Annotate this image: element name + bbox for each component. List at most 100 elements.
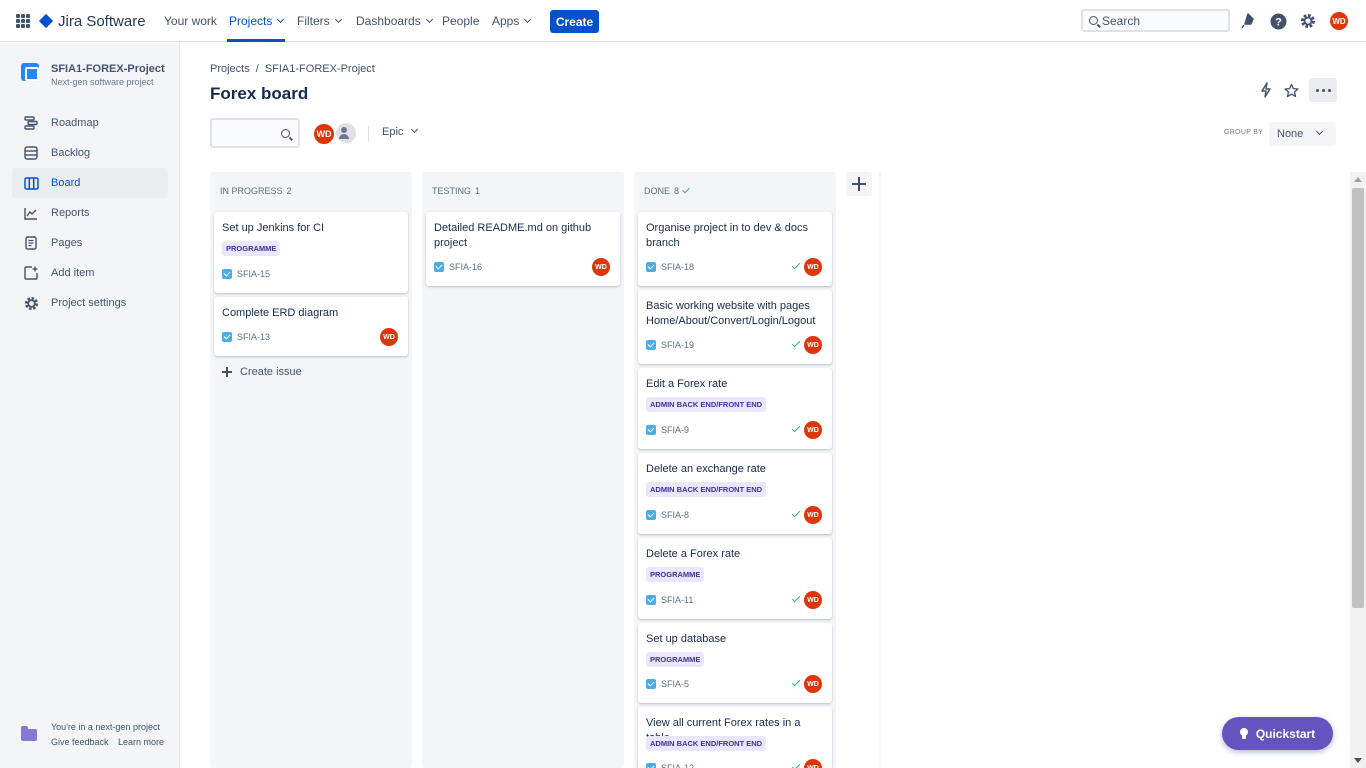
star-icon[interactable] xyxy=(1282,81,1300,99)
issue-key: SFIA-11 xyxy=(646,595,693,605)
settings-icon xyxy=(23,295,39,311)
help-icon[interactable]: ? xyxy=(1269,12,1287,30)
page-title: Forex board xyxy=(210,84,309,103)
resolved-check-icon xyxy=(791,423,801,433)
nav-projects[interactable]: Projects xyxy=(226,0,286,42)
add-item-icon xyxy=(23,265,39,281)
assignee-avatar[interactable]: WD xyxy=(804,591,822,609)
plus-icon xyxy=(222,367,232,377)
svg-text:?: ? xyxy=(1275,16,1282,28)
assignee-avatar[interactable]: WD xyxy=(592,258,610,276)
task-icon xyxy=(646,679,656,689)
board-search[interactable] xyxy=(210,118,300,148)
board-search-input[interactable] xyxy=(216,120,286,146)
issue-key: SFIA-18 xyxy=(646,262,694,272)
search-input[interactable] xyxy=(1102,13,1222,28)
more-actions-button[interactable] xyxy=(1309,78,1337,102)
sidebar-item-roadmap[interactable]: Roadmap xyxy=(12,108,168,138)
assignee-avatar[interactable]: WD xyxy=(804,675,822,693)
assignee-avatar[interactable]: WD xyxy=(804,258,822,276)
divider xyxy=(368,126,369,142)
user-avatar[interactable]: WD xyxy=(1330,12,1348,30)
add-column-button[interactable] xyxy=(846,172,872,196)
issue-key: SFIA-19 xyxy=(646,340,694,350)
issue-card[interactable]: Complete ERD diagram SFIA-13 WD xyxy=(214,297,408,356)
column-header: DONE 8 xyxy=(644,185,690,196)
chevron-down-icon xyxy=(425,15,433,24)
issue-title: Edit a Forex rate xyxy=(646,378,728,390)
issue-card[interactable]: Delete a Forex rate PROGRAMME SFIA-11 WD xyxy=(638,538,832,619)
sidebar-item-reports[interactable]: Reports xyxy=(12,198,168,228)
roadmap-icon xyxy=(23,115,39,131)
nav-dashboards[interactable]: Dashboards xyxy=(356,0,433,42)
quickstart-button[interactable]: Quickstart xyxy=(1222,717,1333,750)
create-issue-button[interactable]: Create issue xyxy=(222,366,302,378)
automation-icon[interactable] xyxy=(1257,81,1275,99)
nav-people[interactable]: People xyxy=(442,0,479,42)
issue-card[interactable]: Set up database PROGRAMME SFIA-5 WD xyxy=(638,623,832,703)
nav-filters[interactable]: Filters xyxy=(297,0,342,42)
board-scrollbar[interactable] xyxy=(1350,172,1366,768)
nav-apps[interactable]: Apps xyxy=(492,0,532,42)
resolved-check-icon xyxy=(791,677,801,687)
create-button[interactable]: Create xyxy=(550,10,599,33)
assignee-filter-avatar[interactable]: WD xyxy=(312,122,336,146)
project-name[interactable]: SFIA1-FOREX-Project xyxy=(51,63,165,75)
folder-icon xyxy=(21,726,37,741)
jira-logo[interactable]: Jira Software xyxy=(38,11,146,31)
breadcrumb-projects[interactable]: Projects xyxy=(210,63,250,75)
learn-more-link[interactable]: Learn more xyxy=(118,737,164,747)
resolved-check-icon xyxy=(791,338,801,348)
assignee-avatar[interactable]: WD xyxy=(380,328,398,346)
column-done: DONE 8 Organise project in to dev & docs … xyxy=(634,172,836,768)
issue-key: SFIA-5 xyxy=(646,679,689,689)
issue-card[interactable]: View all current Forex rates in a table … xyxy=(638,707,832,768)
jira-diamond-icon xyxy=(38,13,54,29)
breadcrumb-project[interactable]: SFIA1-FOREX-Project xyxy=(265,63,375,75)
scroll-up-arrow-icon[interactable] xyxy=(1354,177,1362,182)
epic-filter[interactable]: Epic xyxy=(382,125,419,138)
assignee-avatar[interactable]: WD xyxy=(804,336,822,354)
assignee-avatar[interactable]: WD xyxy=(804,506,822,524)
task-icon xyxy=(646,262,656,272)
task-icon xyxy=(434,262,444,272)
app-switcher-icon[interactable] xyxy=(16,14,30,28)
notifications-icon[interactable] xyxy=(1239,12,1257,30)
epic-label: ADMIN BACK END/FRONT END xyxy=(646,482,767,497)
sidebar-item-project-settings[interactable]: Project settings xyxy=(12,288,168,318)
add-people-icon[interactable] xyxy=(334,121,358,145)
give-feedback-link[interactable]: Give feedback xyxy=(51,737,109,747)
issue-title: Set up database xyxy=(646,633,727,645)
epic-label: ADMIN BACK END/FRONT END xyxy=(646,736,767,751)
column-header: TESTING 1 xyxy=(432,186,481,196)
scroll-down-arrow-icon[interactable] xyxy=(1354,758,1362,763)
task-icon xyxy=(646,595,656,605)
chevron-down-icon xyxy=(334,15,342,24)
issue-card[interactable]: Edit a Forex rate ADMIN BACK END/FRONT E… xyxy=(638,368,832,449)
group-by-select[interactable]: None xyxy=(1269,122,1336,146)
issue-key: SFIA-9 xyxy=(646,425,689,435)
settings-icon[interactable] xyxy=(1299,12,1317,30)
assignee-avatar[interactable]: WD xyxy=(804,759,822,768)
task-icon xyxy=(222,269,232,279)
sidebar-item-backlog[interactable]: Backlog xyxy=(12,138,168,168)
issue-key: SFIA-15 xyxy=(222,269,270,279)
sidebar-item-add-item[interactable]: Add item xyxy=(12,258,168,288)
issue-card[interactable]: Set up Jenkins for CI PROGRAMME SFIA-15 xyxy=(214,212,408,293)
global-search[interactable] xyxy=(1081,9,1230,32)
assignee-avatar[interactable]: WD xyxy=(804,421,822,439)
task-icon xyxy=(646,510,656,520)
board-icon xyxy=(23,175,39,191)
nav-your-work[interactable]: Your work xyxy=(164,0,217,42)
group-by-label: GROUP BY xyxy=(1224,129,1264,136)
resolved-check-icon xyxy=(791,260,801,270)
issue-card[interactable]: Basic working website with pages Home/Ab… xyxy=(638,290,832,364)
scroll-thumb[interactable] xyxy=(1352,188,1364,608)
sidebar-item-pages[interactable]: Pages xyxy=(12,228,168,258)
issue-card[interactable]: Organise project in to dev & docs branch… xyxy=(638,212,832,286)
sidebar-item-board[interactable]: Board xyxy=(12,168,168,198)
issue-card[interactable]: Detailed README.md on github project SFI… xyxy=(426,212,620,286)
epic-label: ADMIN BACK END/FRONT END xyxy=(646,397,767,412)
issue-title: Detailed README.md on github project xyxy=(434,222,592,249)
issue-card[interactable]: Delete an exchange rate ADMIN BACK END/F… xyxy=(638,453,832,534)
